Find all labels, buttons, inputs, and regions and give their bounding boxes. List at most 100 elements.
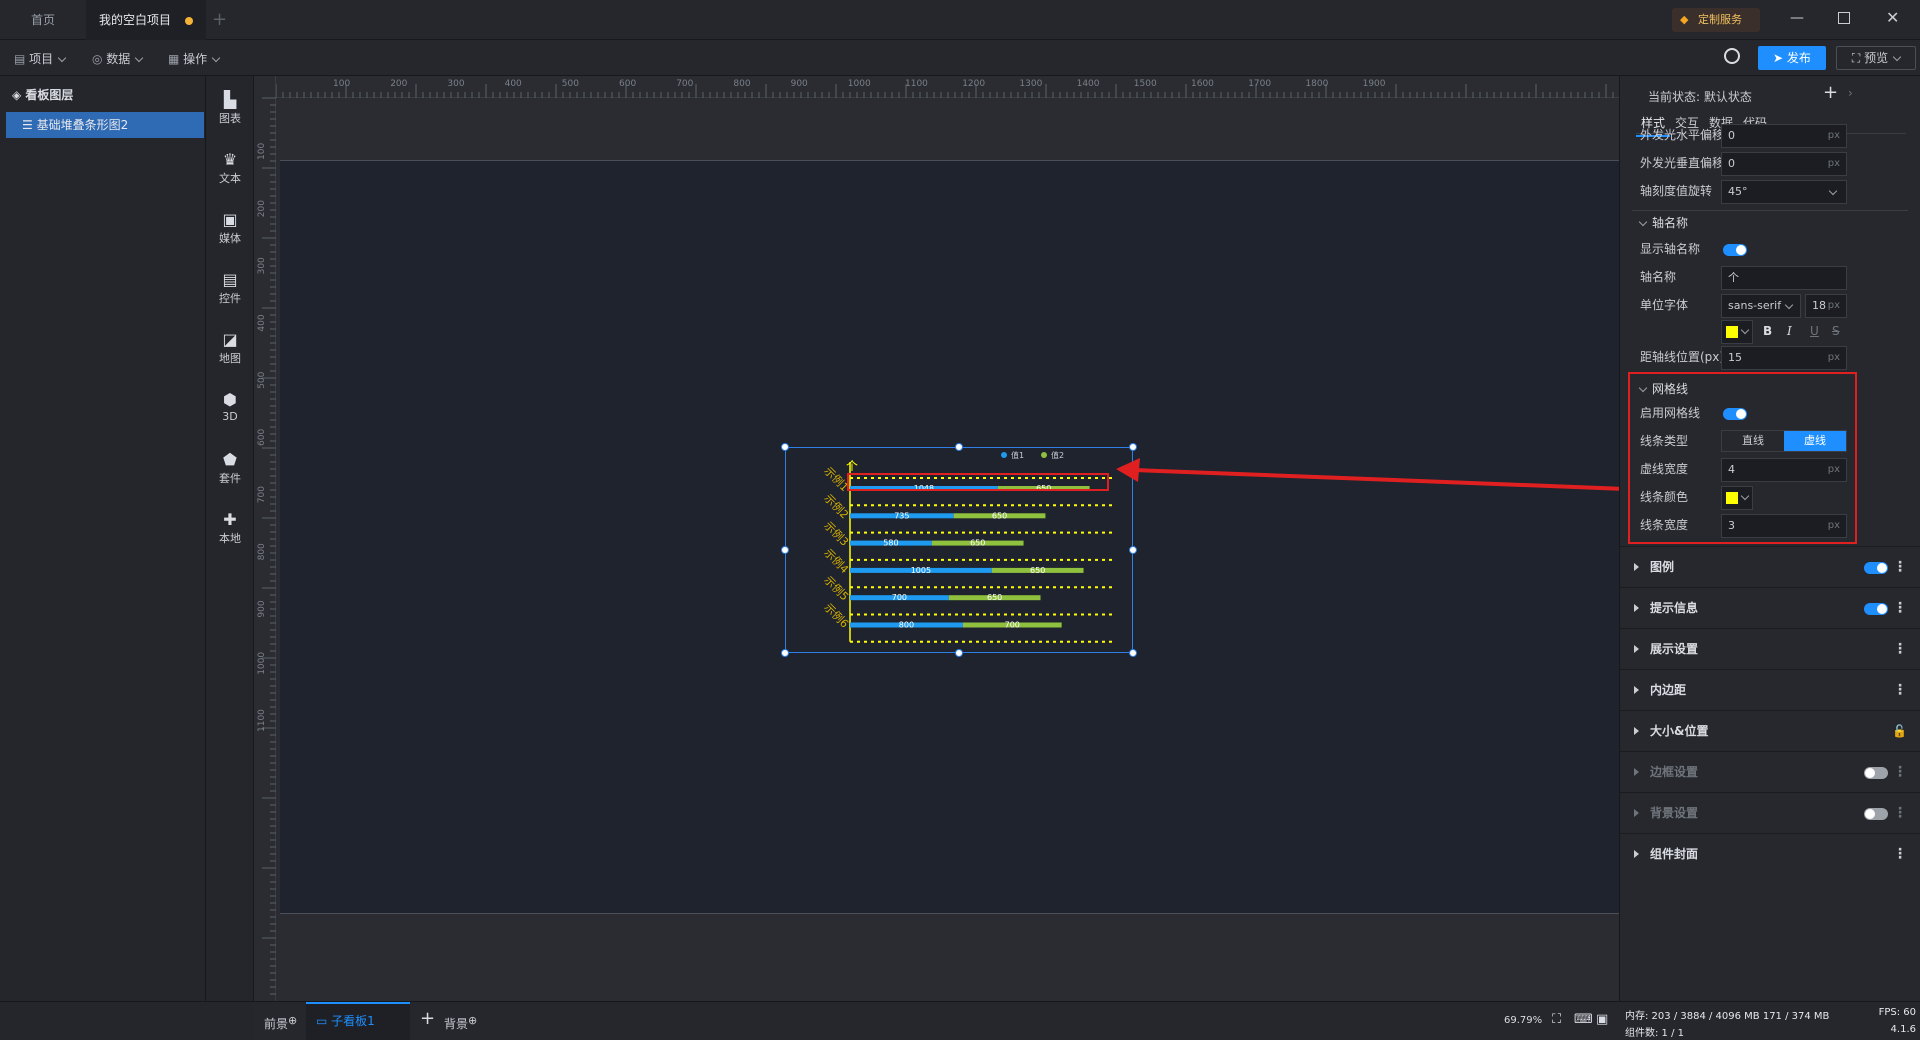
component-3d[interactable]: ⬢ 3D — [206, 386, 254, 436]
component-map[interactable]: ◪ 地图 — [206, 326, 254, 376]
tab-home[interactable]: 首页 — [0, 0, 86, 40]
search-icon[interactable] — [1724, 48, 1740, 64]
strikethrough-icon[interactable]: S — [1832, 324, 1840, 338]
show-axis-name-toggle[interactable] — [1723, 244, 1747, 256]
zoom-level[interactable]: 69.79% — [1504, 1015, 1542, 1026]
border-toggle[interactable] — [1864, 767, 1888, 779]
lock-icon[interactable]: 🔓 — [1892, 711, 1907, 752]
background-toggle[interactable] — [1864, 808, 1888, 820]
close-icon[interactable]: ✕ — [1886, 8, 1899, 27]
bar-label: 700 — [892, 593, 907, 602]
line-type-dashed-option[interactable]: 虚线 — [1784, 431, 1846, 451]
resize-handle[interactable] — [1129, 649, 1137, 657]
resize-handle[interactable] — [955, 443, 963, 451]
fit-screen-icon[interactable]: ⛶ — [1552, 1012, 1561, 1027]
component-text[interactable]: ♛ 文本 — [206, 146, 254, 196]
section-cover[interactable]: 组件封面 ⋮ — [1620, 833, 1920, 874]
enable-grid-toggle[interactable] — [1723, 408, 1747, 420]
axis-name-input[interactable]: 个 — [1721, 266, 1847, 290]
more-icon[interactable]: ⋮ — [1893, 588, 1907, 629]
axis-distance-input[interactable]: 15 px — [1721, 346, 1847, 370]
more-icon[interactable]: ⋮ — [1893, 629, 1907, 670]
section-legend[interactable]: 图例 ⋮ — [1620, 546, 1920, 587]
axis-name-section[interactable]: 轴名称 — [1638, 214, 1689, 231]
new-tab-icon[interactable]: + — [212, 9, 227, 30]
tick-rotation-select[interactable]: 45° — [1721, 180, 1847, 204]
add-circle-icon[interactable]: ⊕ — [468, 1014, 477, 1027]
custom-service-button[interactable]: ◆ 定制服务 — [1672, 8, 1760, 32]
section-background[interactable]: 背景设置 ⋮ — [1620, 792, 1920, 833]
add-state-icon[interactable]: + — [1823, 82, 1838, 103]
section-tooltip[interactable]: 提示信息 ⋮ — [1620, 587, 1920, 628]
dash-width-input[interactable]: 4 px — [1721, 458, 1847, 482]
ruler-label: 1900 — [1363, 79, 1386, 89]
resize-handle[interactable] — [1129, 443, 1137, 451]
glow-h-input[interactable]: 0 px — [1721, 124, 1847, 148]
component-chart[interactable]: ▙ 图表 — [206, 86, 254, 136]
preview-button[interactable]: ⛶ 预览 — [1836, 46, 1916, 70]
italic-icon[interactable]: I — [1787, 324, 1792, 338]
background-tab[interactable]: 背景⊕ — [444, 1014, 477, 1032]
component-kit[interactable]: ⬟ 套件 — [206, 446, 254, 496]
component-control[interactable]: ▤ 控件 — [206, 266, 254, 316]
tab-project-label: 我的空白项目 — [98, 13, 171, 27]
more-icon[interactable]: ⋮ — [1893, 834, 1907, 875]
ruler-label: 1400 — [1077, 79, 1100, 89]
more-icon[interactable]: ⋮ — [1893, 547, 1907, 588]
keyboard-icon[interactable]: ⌨ — [1574, 1012, 1593, 1027]
color-swatch — [1726, 492, 1738, 504]
canvas-area[interactable]: 100 200 300 400 500 600 700 800 900 1000 1100 1200 1… — [254, 76, 1619, 1001]
axis-name-label: 轴名称 — [1640, 270, 1677, 284]
grid-section[interactable]: 网格线 — [1638, 380, 1688, 397]
project-menu[interactable]: ▤ 项目 — [14, 48, 67, 70]
line-color-picker[interactable] — [1721, 486, 1753, 510]
legend-toggle[interactable] — [1864, 562, 1888, 574]
font-size-input[interactable]: 18 px — [1805, 294, 1847, 318]
unit-font-label: 单位字体 — [1640, 298, 1689, 312]
layer-item[interactable]: ☰ 基础堆叠条形图2 — [6, 112, 204, 138]
font-color-picker[interactable] — [1721, 320, 1753, 344]
terminal-icon[interactable]: ▣ — [1596, 1012, 1608, 1027]
chevron-right-icon — [1634, 809, 1639, 817]
add-circle-icon[interactable]: ⊕ — [288, 1014, 297, 1027]
bold-icon[interactable]: B — [1763, 324, 1772, 338]
more-icon[interactable]: ⋮ — [1893, 752, 1907, 793]
chevron-right-icon — [1634, 768, 1639, 776]
component-local[interactable]: ✚ 本地 — [206, 506, 254, 556]
more-icon[interactable]: ⋮ — [1893, 793, 1907, 834]
tooltip-toggle[interactable] — [1864, 603, 1888, 615]
tab-project[interactable]: 我的空白项目 — [86, 0, 206, 40]
add-board-icon[interactable]: + — [420, 1008, 435, 1029]
section-display[interactable]: 展示设置 ⋮ — [1620, 628, 1920, 669]
chevron-right-icon[interactable]: › — [1848, 86, 1853, 100]
restore-icon[interactable] — [1838, 12, 1850, 24]
glow-v-input[interactable]: 0 px — [1721, 152, 1847, 176]
subboard-tab[interactable]: ▭ 子看板1 — [306, 1002, 410, 1040]
line-width-input[interactable]: 3 px — [1721, 514, 1847, 538]
axis-name-section-label: 轴名称 — [1652, 216, 1689, 230]
resize-handle[interactable] — [955, 649, 963, 657]
underline-icon[interactable]: U — [1810, 324, 1819, 338]
data-menu[interactable]: ◎ 数据 — [92, 48, 144, 70]
component-media[interactable]: ▣ 媒体 — [206, 206, 254, 256]
resize-handle[interactable] — [781, 649, 789, 657]
ruler-label: 900 — [257, 600, 267, 617]
font-family-select[interactable]: sans-serif — [1721, 294, 1801, 318]
ruler-label: 800 — [733, 79, 750, 89]
publish-button[interactable]: ➤ 发布 — [1758, 46, 1826, 70]
section-size-position[interactable]: 大小&位置 🔓 — [1620, 710, 1920, 751]
section-size-position-label: 大小&位置 — [1650, 724, 1709, 738]
resize-handle[interactable] — [781, 443, 789, 451]
minimize-icon[interactable]: — — [1790, 10, 1804, 26]
axis-name-value: 个 — [1728, 271, 1739, 284]
line-type-solid-option[interactable]: 直线 — [1722, 431, 1784, 451]
foreground-tab[interactable]: 前景⊕ — [264, 1014, 297, 1032]
section-border[interactable]: 边框设置 ⋮ — [1620, 751, 1920, 792]
operate-menu[interactable]: ▦ 操作 — [168, 48, 221, 70]
more-icon[interactable]: ⋮ — [1893, 670, 1907, 711]
resize-handle[interactable] — [781, 546, 789, 554]
section-padding[interactable]: 内边距 ⋮ — [1620, 669, 1920, 710]
cube-icon: ⬢ — [223, 390, 237, 409]
resize-handle[interactable] — [1129, 546, 1137, 554]
chevron-down-icon — [1828, 186, 1838, 196]
